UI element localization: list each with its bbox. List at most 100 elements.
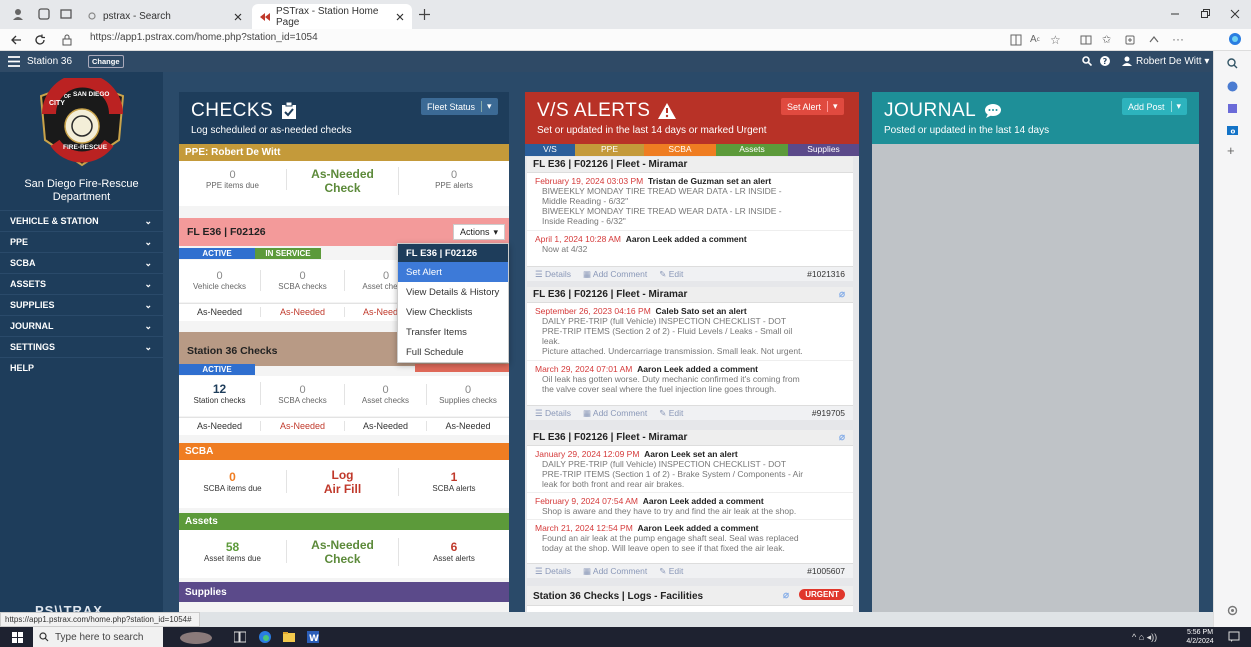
clock[interactable]: 5:56 PM 4/2/2024 (1182, 628, 1218, 646)
hamburger-menu-icon[interactable] (8, 56, 20, 67)
sidebar-item-vehicle-station[interactable]: VEHICLE & STATION ⌄ (0, 210, 163, 231)
sidebar-tools-icon[interactable] (1227, 103, 1238, 114)
back-icon[interactable] (10, 34, 22, 46)
tab-scba[interactable]: SCBA (644, 144, 716, 156)
read-aloud-icon[interactable]: Aⅽ (1030, 34, 1040, 45)
search-icon[interactable] (1082, 56, 1092, 66)
help-icon[interactable]: ? (1100, 56, 1110, 66)
minimize-icon[interactable] (1170, 9, 1180, 19)
user-menu[interactable]: Robert De Witt ▾ (1136, 56, 1209, 67)
sidebar-add-icon[interactable]: + (1227, 143, 1235, 158)
tab-ppe[interactable]: PPE (575, 144, 644, 156)
window-close-icon[interactable] (1230, 9, 1240, 19)
sidebar-item-journal[interactable]: JOURNAL ⌄ (0, 315, 163, 336)
favorites-icon[interactable]: ✩ (1102, 33, 1111, 46)
add-post-button[interactable]: Add Post ▾ (1122, 98, 1188, 115)
windows-start-icon[interactable] (12, 632, 23, 643)
station-asset-checks[interactable]: 0 Asset checks (345, 384, 427, 405)
weather-widget-icon[interactable] (178, 630, 214, 644)
copilot-icon[interactable] (1228, 32, 1242, 46)
change-station-button[interactable]: Change (88, 55, 124, 68)
asset-alerts[interactable]: 6 Asset alerts (399, 540, 509, 563)
word-app-icon[interactable]: W (306, 630, 320, 644)
sidebar-item-help[interactable]: HELP (0, 357, 163, 378)
sidebar-search-icon[interactable] (1227, 58, 1238, 69)
station-asset-as-needed[interactable]: As-Needed (345, 421, 427, 431)
vehicle-checks[interactable]: 0 Vehicle checks (179, 270, 261, 291)
tab-actions-icon[interactable] (60, 8, 72, 20)
sidebar-item-settings[interactable]: SETTINGS ⌄ (0, 336, 163, 357)
refresh-icon[interactable] (34, 34, 46, 46)
ppe-items-due[interactable]: 0 PPE items due (179, 169, 287, 190)
scba-as-needed[interactable]: As-Needed (261, 307, 345, 317)
restore-icon[interactable] (1200, 9, 1210, 19)
station-checks[interactable]: 12 Station checks (179, 382, 261, 405)
add-comment-link[interactable]: ▦ Add Comment (583, 408, 647, 418)
favorite-star-icon[interactable]: ☆ (1050, 33, 1061, 47)
scba-alerts[interactable]: 1 SCBA alerts (399, 470, 509, 493)
lock-icon[interactable] (62, 34, 72, 46)
url-text[interactable]: https://app1.pstrax.com/home.php?station… (90, 32, 318, 43)
split-screen-icon[interactable] (1080, 34, 1092, 46)
notifications-icon[interactable] (1228, 631, 1240, 643)
details-link[interactable]: ☰ Details (535, 408, 571, 418)
add-comment-link[interactable]: ▦ Add Comment (583, 269, 647, 279)
alert-card[interactable]: FL E36 | F02126 | Fleet - Miramar ⌀ Septe… (527, 287, 853, 420)
sidebar-item-supplies[interactable]: SUPPLIES ⌄ (0, 294, 163, 315)
vehicle-as-needed[interactable]: As-Needed (179, 307, 261, 317)
edit-link[interactable]: ✎ Edit (659, 408, 683, 418)
details-link[interactable]: ☰ Details (535, 269, 571, 279)
set-alert-button[interactable]: Set Alert ▾ (781, 98, 844, 115)
taskbar-search-box[interactable]: Type here to search (33, 627, 163, 647)
edit-link[interactable]: ✎ Edit (659, 566, 683, 576)
sidebar-item-ppe[interactable]: PPE ⌄ (0, 231, 163, 252)
station-scba-checks[interactable]: 0 SCBA checks (261, 384, 345, 405)
system-tray-icons[interactable]: ^ ⌂ ◂)) (1132, 632, 1157, 643)
station-supplies-as-needed[interactable]: As-Needed (427, 421, 509, 431)
scba-log-air-fill[interactable]: Log Air Fill (287, 468, 399, 496)
profile-icon[interactable] (12, 8, 24, 20)
fleet-status-button[interactable]: Fleet Status ▾ (421, 98, 498, 115)
edit-link[interactable]: ✎ Edit (659, 269, 683, 279)
new-tab-icon[interactable] (418, 8, 430, 20)
reader-view-icon[interactable] (1010, 34, 1022, 46)
tab-assets[interactable]: Assets (716, 144, 788, 156)
close-icon[interactable] (396, 13, 404, 21)
close-icon[interactable] (234, 13, 242, 21)
collections-icon[interactable] (1124, 34, 1136, 46)
sidebar-item-assets[interactable]: ASSETS ⌄ (0, 273, 163, 294)
menu-item-set-alert[interactable]: Set Alert (398, 262, 508, 282)
sidebar-item-scba[interactable]: SCBA ⌄ (0, 252, 163, 273)
asset-items-due[interactable]: 58 Asset items due (179, 540, 287, 563)
more-icon[interactable]: ··· (1172, 32, 1184, 46)
vehicle-scba-checks[interactable]: 0 SCBA checks (261, 270, 345, 291)
tab-pstrax[interactable]: PSTrax - Station Home Page (252, 4, 412, 29)
alert-card[interactable]: FL E36 | F02126 | Fleet - Miramar Februa… (527, 157, 853, 281)
tab-search[interactable]: pstrax - Search (80, 4, 250, 29)
task-view-icon[interactable] (234, 631, 246, 643)
vehicle-actions-button[interactable]: Actions ▾ (453, 224, 506, 240)
asset-as-needed-check[interactable]: As-Needed Check (287, 538, 399, 566)
alert-card[interactable]: FL E36 | F02126 | Fleet - Miramar ⌀ Janua… (527, 430, 853, 578)
menu-item-view-checklists[interactable]: View Checklists (398, 302, 508, 322)
ppe-alerts[interactable]: 0 PPE alerts (399, 169, 509, 190)
ppe-as-needed-check[interactable]: As-Needed Check (287, 167, 399, 195)
extensions-icon[interactable] (1148, 34, 1160, 46)
details-link[interactable]: ☰ Details (535, 566, 571, 576)
menu-item-transfer-items[interactable]: Transfer Items (398, 322, 508, 342)
sidebar-outlook-icon[interactable]: o (1227, 125, 1238, 136)
menu-item-full-schedule[interactable]: Full Schedule (398, 342, 508, 362)
workspaces-icon[interactable] (38, 8, 50, 20)
menu-item-view-details[interactable]: View Details & History (398, 282, 508, 302)
tab-supplies[interactable]: Supplies (788, 144, 859, 156)
station-supplies-checks[interactable]: 0 Supplies checks (427, 384, 509, 405)
tab-vs[interactable]: V/S (525, 144, 575, 156)
file-explorer-icon[interactable] (282, 630, 296, 644)
station-scba-as-needed[interactable]: As-Needed (261, 421, 345, 431)
add-comment-link[interactable]: ▦ Add Comment (583, 566, 647, 576)
sidebar-shopping-icon[interactable] (1227, 81, 1238, 92)
station-as-needed[interactable]: As-Needed (179, 421, 261, 431)
edge-app-icon[interactable] (258, 630, 272, 644)
alert-card[interactable]: Station 36 Checks | Logs - Facilities ⌀ … (527, 586, 853, 612)
scba-items-due[interactable]: 0 SCBA items due (179, 470, 287, 493)
